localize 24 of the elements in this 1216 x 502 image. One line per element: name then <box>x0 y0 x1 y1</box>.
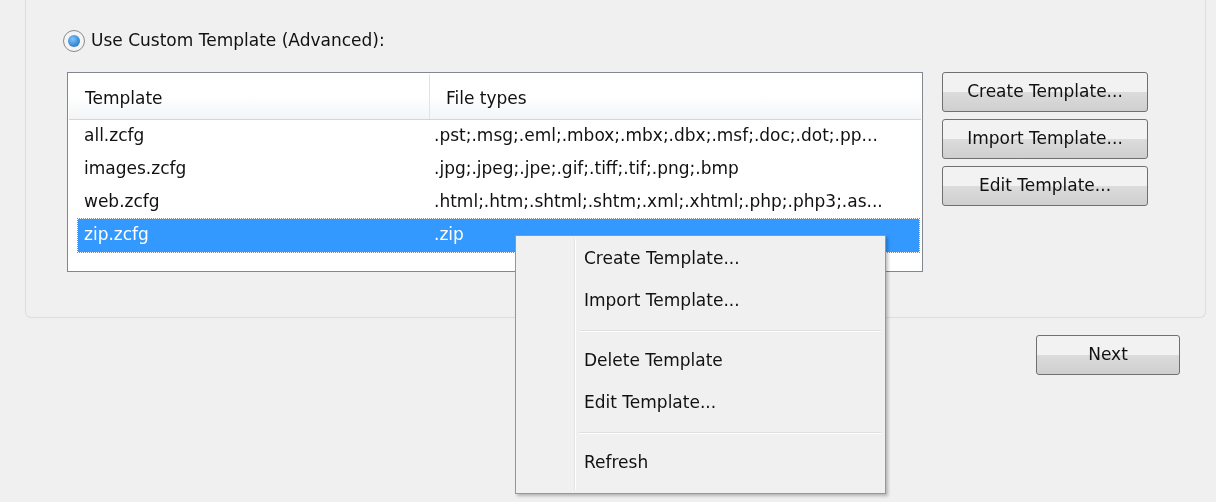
list-cell-text: .zip <box>433 223 465 247</box>
next-button[interactable]: Next <box>1036 335 1180 375</box>
list-cell-text: web.zcfg <box>83 190 161 214</box>
list-cell-text: images.zcfg <box>83 157 188 181</box>
radio-button[interactable] <box>63 29 85 52</box>
column-header[interactable]: File types <box>430 73 921 119</box>
list-row[interactable]: images.zcfg .jpg;.jpeg;.jpe;.gif;.tiff;.tif;.png;.bmp <box>78 152 919 186</box>
list-cell-text: .pst;.msg;.eml;.mbox;.mbx;.dbx;.msf;.doc;.dot;.pp... <box>433 124 879 148</box>
radio-label: Use Custom Template (Advanced): <box>91 29 385 52</box>
menu-item[interactable]: Delete Template <box>518 340 883 382</box>
list-row[interactable]: all.zcfg .pst;.msg;.eml;.mbox;.mbx;.dbx;.msf;.doc;.dot;.pp... <box>78 119 919 153</box>
menu-item[interactable]: Edit Template... <box>518 382 883 424</box>
menu-item[interactable]: Refresh <box>518 442 883 484</box>
list-row[interactable]: web.zcfg .html;.htm;.shtml;.shtm;.xml;.xhtml;.php;.php3;.as... <box>78 185 919 219</box>
column-header[interactable]: Template <box>69 73 430 119</box>
list-cell-text: .jpg;.jpeg;.jpe;.gif;.tiff;.tif;.png;.bmp <box>433 157 740 181</box>
template-button[interactable]: Create Template... <box>942 71 1148 112</box>
menu-item[interactable]: Import Template... <box>518 280 883 322</box>
template-list[interactable] <box>67 71 923 272</box>
list-cell-text: zip.zcfg <box>83 223 150 247</box>
template-button[interactable]: Edit Template... <box>942 165 1148 206</box>
list-cell-text: all.zcfg <box>83 124 146 148</box>
list-cell-text: .html;.htm;.shtml;.shtm;.xml;.xhtml;.php;.php3;.as... <box>433 190 884 214</box>
template-button[interactable]: Import Template... <box>942 118 1148 159</box>
